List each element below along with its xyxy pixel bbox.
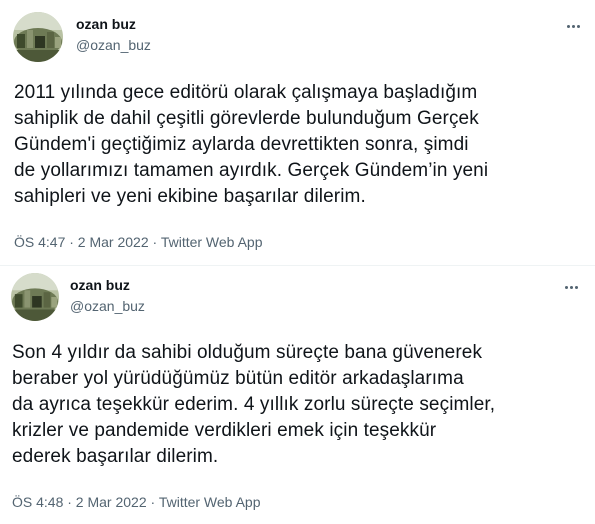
tweet-card[interactable]: ozan buz @ozan_buz 2011 yılında gece edi… — [0, 0, 595, 265]
avatar[interactable] — [11, 273, 59, 321]
author-handle[interactable]: @ozan_buz — [70, 298, 145, 314]
tweet-card[interactable]: ozan buz @ozan_buz Son 4 yıldır da sahib… — [0, 265, 595, 524]
author-name[interactable]: ozan buz — [70, 277, 130, 293]
tweet-text-line: de yollarımızı tamamen ayırdık. Gerçek G… — [14, 160, 489, 181]
more-horizontal-icon[interactable] — [559, 277, 583, 297]
tweet-text-line: ederek başarılar dilerim. — [12, 446, 219, 467]
tweet-text-line: sahipleri ve yeni ekibine başarılar dile… — [14, 186, 366, 207]
tweet-text-line: Son 4 yıldır da sahibi olduğum süreçte b… — [12, 342, 483, 363]
tweet-text-line: da ayrıca teşekkür ederim. 4 yıllık zorl… — [12, 394, 496, 415]
author-handle[interactable]: @ozan_buz — [76, 37, 151, 53]
tweet-text-line: sahiplik de dahil çeşitli görevlerde bul… — [14, 108, 479, 129]
avatar-image — [11, 273, 59, 321]
more-horizontal-icon[interactable] — [561, 16, 585, 36]
tweet-text: 2011 yılında gece editörü olarak çalışma… — [14, 80, 589, 210]
tweet-timestamp[interactable]: ÖS 4:48 · 2 Mar 2022 · Twitter Web App — [12, 494, 261, 510]
avatar-image — [13, 12, 63, 62]
tweet-text-line: 2011 yılında gece editörü olarak çalışma… — [14, 82, 478, 103]
tweet-text-line: Gündem'i geçtiğimiz aylarda devrettikten… — [14, 134, 469, 155]
avatar[interactable] — [13, 12, 63, 62]
tweet-text-line: beraber yol yürüdüğümüz bütün editör ark… — [12, 368, 464, 389]
tweet-text: Son 4 yıldır da sahibi olduğum süreçte b… — [12, 340, 587, 470]
author-name[interactable]: ozan buz — [76, 16, 136, 32]
tweet-timestamp[interactable]: ÖS 4:47 · 2 Mar 2022 · Twitter Web App — [14, 234, 263, 250]
tweet-text-line: krizler ve pandemide verdikleri emek içi… — [12, 420, 437, 441]
